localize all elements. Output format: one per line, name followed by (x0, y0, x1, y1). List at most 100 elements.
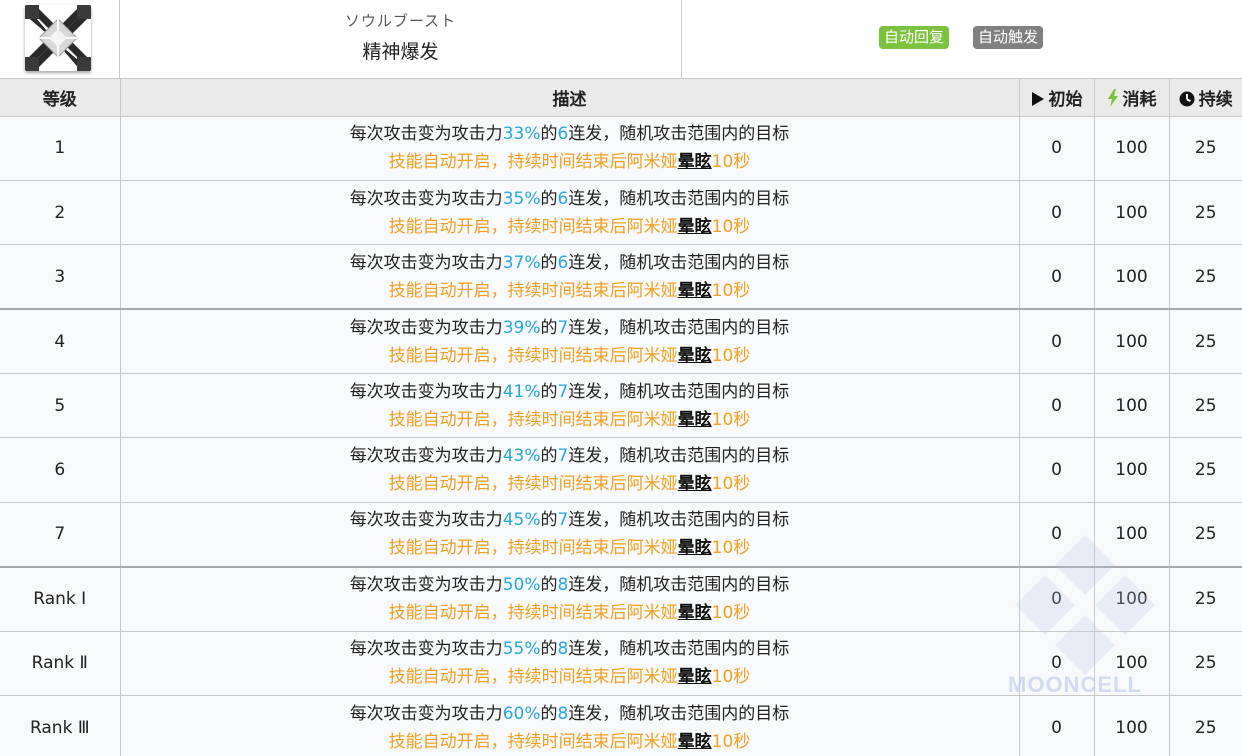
effect-text-b: 的 (540, 381, 558, 402)
sp-cost-cell: 100 (1094, 695, 1170, 756)
effect-text-a: 每次攻击变为攻击力 (349, 510, 503, 531)
effect-line: 每次攻击变为攻击力50%的8连发，随机攻击范围内的目标 (121, 571, 1019, 599)
level-cell: 5 (0, 373, 121, 439)
duration-cell: 25 (1169, 309, 1242, 375)
description-cell: 每次攻击变为攻击力55%的8连发，随机攻击范围内的目标技能自动开启，持续时间结束… (120, 631, 1020, 697)
description-cell: 每次攻击变为攻击力45%的7连发，随机攻击范围内的目标 技能自动开启，持续时间结束… (120, 502, 1020, 568)
skill-icon-cell (0, 0, 120, 79)
stun-line: 技能自动开启，持续时间结束后阿米娅晕眩10秒 (121, 406, 1019, 434)
stun-text-a: 技能自动开启，持续时间结束后阿米娅 (388, 538, 678, 559)
effect-text-a: 每次攻击变为攻击力 (349, 188, 503, 209)
effect-text-b: 的 (540, 575, 558, 596)
stun-line: 技能自动开启，持续时间结束后阿米娅晕眩10秒 (121, 599, 1019, 627)
initial-sp-cell: 0 (1019, 244, 1095, 311)
stun-line: 技能自动开启，持续时间结束后阿米娅晕眩10秒 (121, 534, 1019, 562)
stun-text-a: 技能自动开启，持续时间结束后阿米娅 (388, 152, 678, 173)
effect-text-c: 连发，随机攻击范围内的目标 (568, 446, 790, 467)
effect-text-c: 连发，随机攻击范围内的目标 (568, 381, 790, 402)
table-row: 7 每次攻击变为攻击力45%的7连发，随机攻击范围内的目标 技能自动开启，持续时间结… (0, 502, 1242, 568)
effect-line: 每次攻击变为攻击力45%的7连发，随机攻击范围内的目标 (121, 506, 1019, 534)
level-cell: 6 (0, 437, 121, 503)
duration-cell: 25 (1169, 180, 1242, 246)
effect-text-a: 每次攻击变为攻击力 (349, 446, 503, 467)
table-row: 5 每次攻击变为攻击力41%的7连发，随机攻击范围内的目标 技能自动开启，持续时间结… (0, 373, 1242, 439)
duration-cell: 25 (1169, 373, 1242, 439)
initial-sp-cell: 0 (1019, 180, 1095, 246)
atk-percent: 37% (502, 252, 541, 273)
atk-percent: 55% (502, 639, 541, 660)
description-cell: 每次攻击变为攻击力39%的7连发，随机攻击范围内的目标 技能自动开启，持续时间结束… (120, 309, 1020, 375)
stun-term-link[interactable]: 晕眩 (678, 603, 712, 623)
stun-term-link[interactable]: 晕眩 (678, 281, 712, 301)
effect-text-b: 的 (540, 317, 558, 338)
cost-column-header: 消耗 (1094, 79, 1170, 117)
effect-text-a: 每次攻击变为攻击力 (349, 252, 503, 273)
effect-text-a: 每次攻击变为攻击力 (349, 639, 503, 660)
stun-text-a: 技能自动开启，持续时间结束后阿米娅 (388, 345, 678, 366)
effect-text-c: 连发，随机攻击范围内的目标 (568, 317, 790, 338)
effect-text-c: 连发，随机攻击范围内的目标 (568, 188, 790, 209)
stun-text-a: 技能自动开启，持续时间结束后阿米娅 (388, 731, 678, 752)
hit-count: 8 (557, 639, 569, 660)
initial-sp-cell: 0 (1019, 695, 1095, 756)
effect-line: 每次攻击变为攻击力39%的7连发，随机攻击范围内的目标 (121, 314, 1019, 342)
stun-term-link[interactable]: 晕眩 (678, 410, 712, 430)
stun-line: 技能自动开启，持续时间结束后阿米娅晕眩10秒 (121, 470, 1019, 498)
stun-text-b: 10秒 (711, 474, 751, 495)
stun-term-link[interactable]: 晕眩 (678, 474, 712, 494)
stun-text-a: 技能自动开启，持续时间结束后阿米娅 (388, 474, 678, 495)
hit-count: 8 (557, 575, 569, 596)
table-row: 4 每次攻击变为攻击力39%的7连发，随机攻击范围内的目标 技能自动开启，持续时间结… (0, 309, 1242, 375)
initial-column-label: 初始 (1048, 89, 1083, 110)
effect-line: 每次攻击变为攻击力55%的8连发，随机攻击范围内的目标 (121, 635, 1019, 663)
hit-count: 7 (557, 510, 569, 531)
stun-term-link[interactable]: 晕眩 (678, 667, 712, 687)
stun-text-b: 10秒 (711, 667, 751, 688)
stun-text-a: 技能自动开启，持续时间结束后阿米娅 (388, 603, 678, 624)
duration-cell: 25 (1169, 502, 1242, 568)
effect-text-a: 每次攻击变为攻击力 (349, 317, 503, 338)
skill-badges: 自动回复 自动触发 (682, 0, 1242, 79)
stun-text-a: 技能自动开启，持续时间结束后阿米娅 (388, 667, 678, 688)
stun-term-link[interactable]: 晕眩 (678, 346, 712, 366)
duration-column-header: 持续 (1169, 79, 1242, 117)
stun-text-b: 10秒 (711, 216, 751, 237)
hit-count: 6 (557, 252, 569, 273)
sp-cost-cell: 100 (1094, 566, 1170, 632)
atk-percent: 60% (502, 703, 541, 724)
effect-line: 每次攻击变为攻击力60%的8连发，随机攻击范围内的目标 (121, 700, 1019, 728)
atk-percent: 50% (502, 575, 541, 596)
stun-term-link[interactable]: 晕眩 (678, 538, 712, 558)
hit-count: 8 (557, 703, 569, 724)
effect-text-c: 连发，随机攻击范围内的目标 (568, 703, 790, 724)
stun-line: 技能自动开启，持续时间结束后阿米娅晕眩10秒 (121, 213, 1019, 241)
table-header-row: 等级 描述 初始 消耗 持续 (0, 79, 1242, 117)
effect-text-b: 的 (540, 510, 558, 531)
stun-term-link[interactable]: 晕眩 (678, 732, 712, 752)
stun-term-link[interactable]: 晕眩 (678, 152, 712, 172)
skill-header: ソウルブースト 精神爆发 自动回复 自动触发 (0, 0, 1242, 79)
stun-text-b: 10秒 (711, 345, 751, 366)
level-cell: 4 (0, 309, 121, 375)
description-cell: 每次攻击变为攻击力60%的8连发，随机攻击范围内的目标技能自动开启，持续时间结束… (120, 695, 1020, 756)
sp-cost-cell: 100 (1094, 437, 1170, 503)
hit-count: 7 (557, 381, 569, 402)
table-row: 6 每次攻击变为攻击力43%的7连发，随机攻击范围内的目标 技能自动开启，持续时间结… (0, 437, 1242, 503)
skill-subtitle: ソウルブースト (344, 12, 457, 30)
level-cell: 3 (0, 244, 121, 311)
level-cell: Rank Ⅱ (0, 631, 121, 697)
effect-text-b: 的 (540, 446, 558, 467)
skill-cross-icon (25, 5, 91, 71)
effect-line: 每次攻击变为攻击力33%的6连发，随机攻击范围内的目标 (121, 120, 1019, 148)
mooncell-watermark-text: MOONCELL (1008, 672, 1142, 697)
effect-text-b: 的 (540, 124, 558, 145)
effect-text-b: 的 (540, 188, 558, 209)
atk-percent: 45% (502, 510, 541, 531)
stun-line: 技能自动开启，持续时间结束后阿米娅晕眩10秒 (121, 342, 1019, 370)
atk-percent: 43% (502, 446, 541, 467)
play-icon (1031, 91, 1044, 106)
clock-icon (1179, 91, 1195, 107)
duration-cell: 25 (1169, 437, 1242, 503)
stun-term-link[interactable]: 晕眩 (678, 217, 712, 237)
skill-title: 精神爆发 (362, 41, 439, 63)
